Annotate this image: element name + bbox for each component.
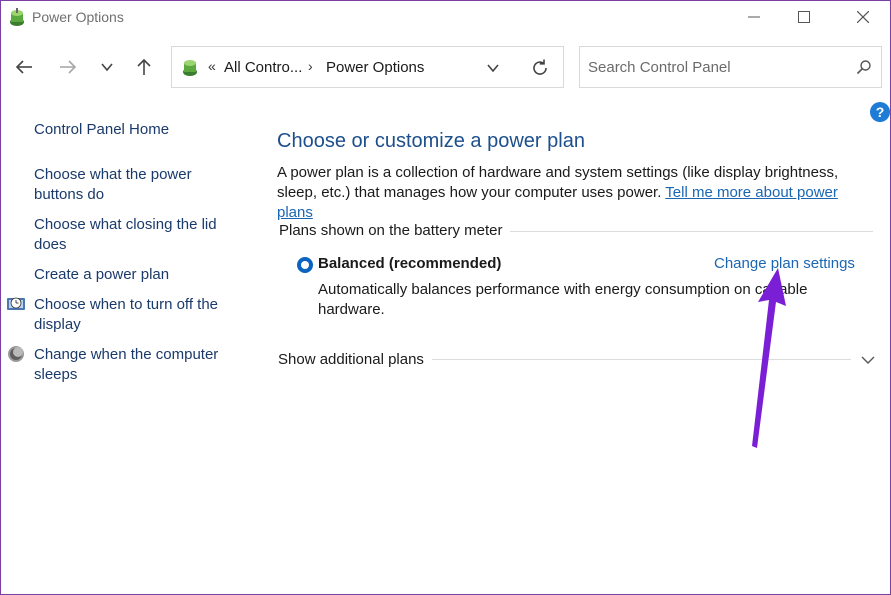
- search-input[interactable]: [580, 47, 858, 87]
- title-bar: Power Options: [1, 1, 890, 35]
- forward-button[interactable]: [54, 53, 82, 81]
- minimize-icon: [748, 16, 760, 18]
- window-title: Power Options: [32, 9, 124, 25]
- up-button[interactable]: [130, 53, 158, 81]
- up-arrow-icon: [137, 58, 151, 75]
- chevron-down-icon[interactable]: [859, 351, 877, 369]
- sidebar-item-control-panel-home[interactable]: Control Panel Home: [34, 120, 234, 140]
- sidebar-item-create-power-plan[interactable]: Create a power plan: [34, 265, 234, 285]
- moon-sleep-icon: [8, 346, 24, 362]
- maximize-button[interactable]: [781, 1, 827, 33]
- chevron-down-icon: [487, 64, 499, 73]
- help-icon[interactable]: ?: [870, 102, 890, 122]
- maximize-icon: [798, 11, 810, 23]
- plan-name[interactable]: Balanced (recommended): [318, 255, 501, 272]
- close-button[interactable]: [840, 1, 886, 33]
- section-divider: [501, 231, 873, 232]
- refresh-button[interactable]: [529, 57, 551, 79]
- power-options-icon: [10, 8, 24, 26]
- display-clock-icon: [7, 297, 25, 310]
- breadcrumb-overflow[interactable]: «: [208, 58, 216, 74]
- breadcrumb-power-options[interactable]: Power Options: [326, 59, 424, 76]
- breadcrumb-separator[interactable]: ›: [308, 58, 313, 74]
- plan-description: Automatically balances performance with …: [318, 281, 808, 318]
- page-description: A power plan is a collection of hardware…: [277, 163, 877, 223]
- sidebar-item-computer-sleeps[interactable]: Change when the computer sleeps: [34, 345, 224, 385]
- refresh-icon: [533, 59, 547, 75]
- address-dropdown-button[interactable]: [482, 57, 504, 79]
- minimize-button[interactable]: [731, 1, 777, 33]
- search-icon[interactable]: [856, 59, 872, 75]
- additional-plans-divider: [431, 359, 851, 360]
- address-bar[interactable]: « All Contro... › Power Options: [171, 46, 564, 88]
- show-additional-plans-label[interactable]: Show additional plans: [278, 351, 432, 368]
- sidebar-item-closing-lid[interactable]: Choose what closing the lid does: [34, 215, 224, 255]
- close-icon: [857, 11, 869, 23]
- forward-arrow-icon: [60, 60, 77, 74]
- back-button[interactable]: [10, 53, 38, 81]
- search-box[interactable]: [579, 46, 882, 88]
- change-plan-settings-link[interactable]: Change plan settings: [714, 255, 855, 272]
- plan-radio-balanced[interactable]: [297, 257, 313, 273]
- back-arrow-icon: [15, 60, 32, 74]
- page-title: Choose or customize a power plan: [277, 130, 585, 152]
- power-options-window: Power Options « All Contro... › Power Op…: [0, 0, 891, 595]
- breadcrumb-all-control-panel[interactable]: All Contro...: [224, 59, 302, 76]
- recent-locations-button[interactable]: [93, 53, 121, 81]
- chevron-down-icon: [101, 63, 113, 72]
- section-label: Plans shown on the battery meter: [279, 222, 511, 239]
- sidebar-item-turn-off-display[interactable]: Choose when to turn off the display: [34, 295, 224, 335]
- control-panel-icon: [183, 60, 197, 76]
- sidebar-item-power-buttons[interactable]: Choose what the power buttons do: [34, 165, 214, 205]
